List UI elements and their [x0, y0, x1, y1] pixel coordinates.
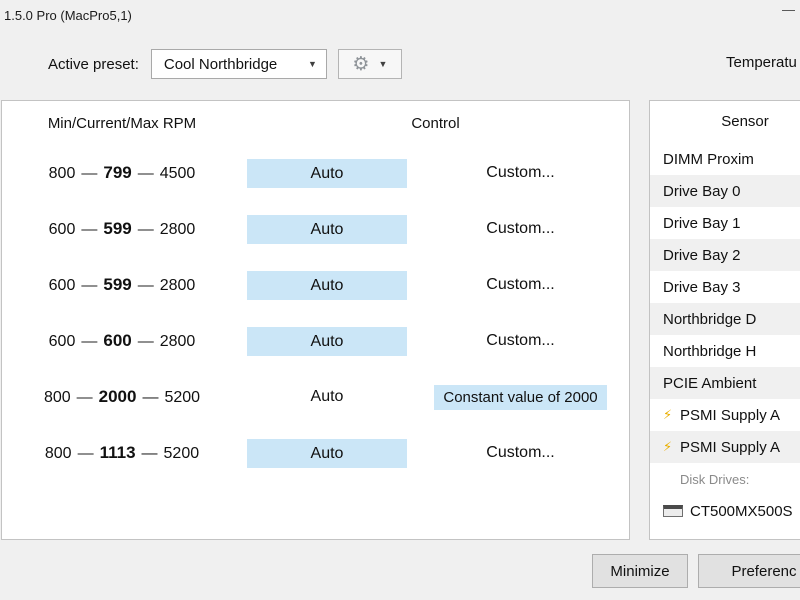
custom-option-selected[interactable]: Constant value of 2000: [434, 385, 606, 410]
control-column-header: Control: [242, 115, 629, 132]
auto-option[interactable]: Auto: [247, 327, 407, 356]
custom-option[interactable]: Custom...: [486, 276, 554, 293]
app-window: 1.5.0 Pro (MacPro5,1) — Active preset: C…: [0, 0, 800, 600]
sensor-label: Drive Bay 3: [663, 279, 741, 296]
custom-option[interactable]: Custom...: [486, 332, 554, 349]
lightning-icon: ⚡: [663, 407, 675, 423]
sensor-row[interactable]: ⚡ PSMI Supply A: [650, 399, 800, 431]
disk-drive-icon: [663, 505, 683, 517]
sensor-label: PSMI Supply A: [680, 407, 780, 424]
auto-option[interactable]: Auto: [247, 439, 407, 468]
rpm-column-header: Min/Current/Max RPM: [2, 115, 242, 132]
fan-row: 800—2000—5200 Auto Constant value of 200…: [2, 369, 629, 425]
fan-table-header: Min/Current/Max RPM Control: [2, 101, 629, 145]
sensor-label: Northbridge H: [663, 343, 756, 360]
fan-rpm-values: 800—2000—5200: [2, 387, 242, 407]
fan-row: 800—1113—5200 Auto Custom...: [2, 425, 629, 481]
minimize-button[interactable]: Minimize: [592, 554, 688, 588]
sensor-group-label: Disk Drives:: [650, 463, 800, 495]
window-title: 1.5.0 Pro (MacPro5,1): [4, 8, 132, 23]
custom-option[interactable]: Custom...: [486, 220, 554, 237]
sensor-label: Drive Bay 1: [663, 215, 741, 232]
settings-button[interactable]: ⚙ ▼: [338, 49, 402, 79]
minimize-window-icon[interactable]: —: [782, 2, 795, 17]
auto-option[interactable]: Auto: [242, 388, 412, 406]
main-content: Min/Current/Max RPM Control 800—799—4500…: [1, 100, 800, 540]
temperature-label: Temperatu: [726, 54, 797, 71]
fan-row: 600—599—2800 Auto Custom...: [2, 201, 629, 257]
title-bar: 1.5.0 Pro (MacPro5,1) —: [0, 0, 800, 30]
preferences-button[interactable]: Preferenc: [698, 554, 800, 588]
auto-option[interactable]: Auto: [247, 215, 407, 244]
preset-value: Cool Northbridge: [164, 56, 277, 73]
sensor-label: PSMI Supply A: [680, 439, 780, 456]
sensor-row[interactable]: Northbridge D: [650, 303, 800, 335]
sensor-row[interactable]: PCIE Ambient: [650, 367, 800, 399]
sensor-label: DIMM Proxim: [663, 151, 754, 168]
footer-bar: Minimize Preferenc: [0, 542, 800, 600]
sensor-row[interactable]: Drive Bay 0: [650, 175, 800, 207]
sensor-row[interactable]: ⚡ PSMI Supply A: [650, 431, 800, 463]
fan-row: 600—599—2800 Auto Custom...: [2, 257, 629, 313]
sensor-row[interactable]: Northbridge H: [650, 335, 800, 367]
gear-icon: ⚙: [352, 55, 369, 74]
fan-row: 800—799—4500 Auto Custom...: [2, 145, 629, 201]
fan-row: 600—600—2800 Auto Custom...: [2, 313, 629, 369]
sensor-panel: Sensor DIMM Proxim Drive Bay 0 Drive Bay…: [649, 100, 800, 540]
group-label: Disk Drives:: [680, 472, 749, 487]
chevron-down-icon: ▼: [378, 59, 387, 69]
sensor-label: Drive Bay 0: [663, 183, 741, 200]
sensor-row[interactable]: CT500MX500S: [650, 495, 800, 527]
sensor-row[interactable]: DIMM Proxim: [650, 143, 800, 175]
fan-rpm-values: 800—799—4500: [2, 163, 242, 183]
fan-rpm-values: 600—600—2800: [2, 331, 242, 351]
auto-option[interactable]: Auto: [247, 271, 407, 300]
sensor-column-header: Sensor: [650, 101, 800, 143]
sensor-row[interactable]: Drive Bay 3: [650, 271, 800, 303]
sensor-row[interactable]: Drive Bay 2: [650, 239, 800, 271]
toolbar: Active preset: Cool Northbridge ▼ ⚙ ▼ Te…: [0, 30, 800, 98]
sensor-label: Northbridge D: [663, 311, 756, 328]
fan-rpm-values: 600—599—2800: [2, 275, 242, 295]
fan-rpm-values: 600—599—2800: [2, 219, 242, 239]
fan-rpm-values: 800—1113—5200: [2, 443, 242, 463]
sensor-label: PCIE Ambient: [663, 375, 756, 392]
sensor-label: CT500MX500S: [690, 503, 793, 520]
fan-table: Min/Current/Max RPM Control 800—799—4500…: [1, 100, 630, 540]
auto-option[interactable]: Auto: [247, 159, 407, 188]
sensor-label: Drive Bay 2: [663, 247, 741, 264]
preset-dropdown[interactable]: Cool Northbridge ▼: [151, 49, 327, 79]
lightning-icon: ⚡: [663, 439, 675, 455]
sensor-row[interactable]: Drive Bay 1: [650, 207, 800, 239]
custom-option[interactable]: Custom...: [486, 444, 554, 461]
active-preset-label: Active preset:: [48, 56, 139, 73]
chevron-down-icon: ▼: [308, 59, 317, 69]
custom-option[interactable]: Custom...: [486, 164, 554, 181]
